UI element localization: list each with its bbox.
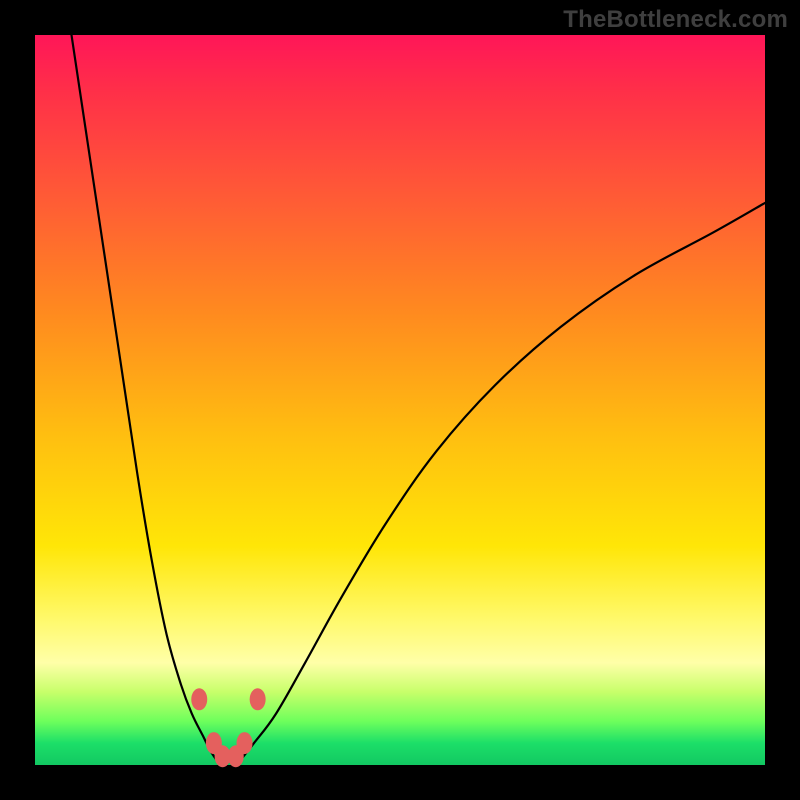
bottom-marker [191, 688, 207, 710]
curve-right-branch [239, 203, 765, 761]
curve-layer [35, 35, 765, 765]
bottom-marker [237, 732, 253, 754]
bottom-marker [250, 688, 266, 710]
plot-area [35, 35, 765, 765]
curve-left-branch [72, 35, 218, 761]
chart-frame: TheBottleneck.com [0, 0, 800, 800]
watermark-text: TheBottleneck.com [563, 6, 788, 34]
bottom-marker-group [191, 688, 265, 767]
